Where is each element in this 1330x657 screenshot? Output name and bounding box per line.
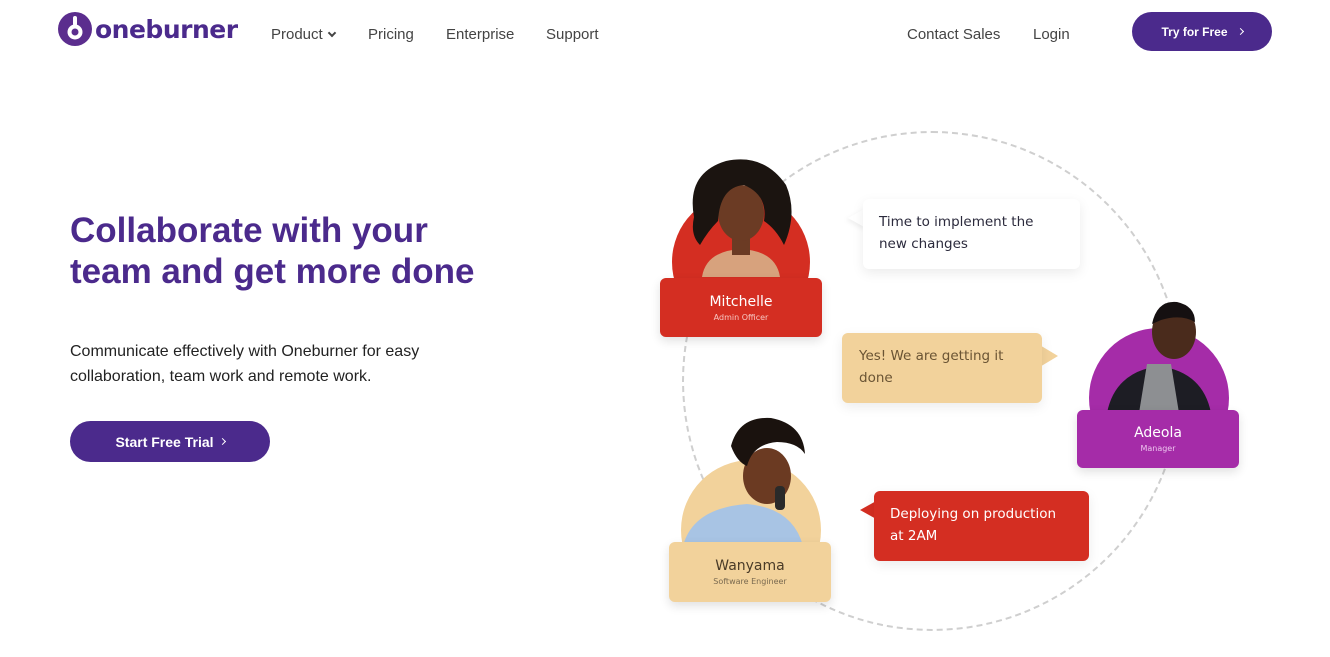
nav-contact-sales[interactable]: Contact Sales xyxy=(907,26,1000,43)
person-mitchelle: Mitchelle Admin Officer xyxy=(660,155,822,337)
chat-bubble: Time to implement the new changes xyxy=(863,199,1080,269)
chevron-down-icon xyxy=(327,28,336,37)
person-name: Mitchelle xyxy=(709,293,773,310)
chat-message: Yes! We are getting it done xyxy=(859,348,1004,386)
avatar xyxy=(683,417,805,546)
avatar xyxy=(692,159,792,277)
chat-bubble: Deploying on production at 2AM xyxy=(874,491,1089,561)
chat-message: Deploying on production at 2AM xyxy=(890,506,1057,544)
person-role: Software Engineer xyxy=(713,577,787,586)
person-wanyama: Wanyama Software Engineer xyxy=(669,416,831,602)
chat-bubble: Yes! We are getting it done xyxy=(842,333,1042,403)
name-tag: Wanyama Software Engineer xyxy=(669,542,831,602)
avatar xyxy=(1107,301,1211,413)
name-tag: Adeola Manager xyxy=(1077,410,1239,468)
top-navbar: oneburner Product Pricing Enterprise Sup… xyxy=(0,0,1330,70)
person-role: Manager xyxy=(1140,444,1176,453)
nav-product[interactable]: Product xyxy=(271,26,336,43)
chat-message: Time to implement the new changes xyxy=(879,214,1034,252)
hero-headline: Collaborate with your team and get more … xyxy=(70,210,530,292)
name-tag: Mitchelle Admin Officer xyxy=(660,278,822,337)
person-adeola: Adeola Manager xyxy=(1077,298,1239,468)
person-name: Adeola xyxy=(1134,425,1182,441)
nav-enterprise[interactable]: Enterprise xyxy=(446,26,514,43)
nav-support[interactable]: Support xyxy=(546,26,599,43)
hero-subtext: Communicate effectively with Oneburner f… xyxy=(70,343,420,385)
start-free-trial-button[interactable]: Start Free Trial xyxy=(70,421,270,462)
nav-pricing[interactable]: Pricing xyxy=(368,26,414,43)
hero-headline-line-1: Collaborate with your xyxy=(70,211,428,250)
person-name: Wanyama xyxy=(715,558,785,574)
person-role: Admin Officer xyxy=(713,312,769,322)
logo-icon xyxy=(57,11,93,47)
hero-headline-line-2: team and get more done xyxy=(70,252,475,291)
nav-product-label: Product xyxy=(271,26,323,43)
brand-name: oneburner xyxy=(95,14,238,44)
try-for-free-label: Try for Free xyxy=(1161,24,1228,39)
chevron-right-icon xyxy=(218,437,226,446)
start-free-trial-label: Start Free Trial xyxy=(115,433,214,450)
nav-login[interactable]: Login xyxy=(1033,26,1070,43)
brand-logo[interactable]: oneburner xyxy=(57,11,238,47)
try-for-free-button[interactable]: Try for Free xyxy=(1132,12,1272,51)
chevron-right-icon xyxy=(1236,27,1244,36)
